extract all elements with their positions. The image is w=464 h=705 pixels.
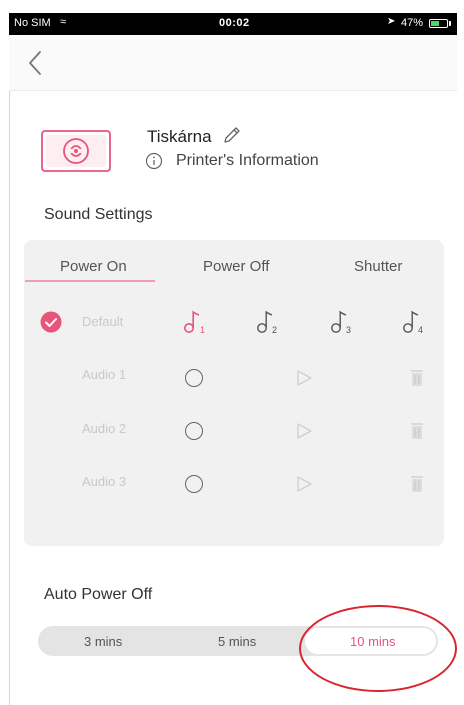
row-label-default: Default bbox=[82, 314, 124, 329]
music-note-icon[interactable]: 3 bbox=[330, 309, 354, 335]
note-number: 4 bbox=[418, 325, 423, 335]
navigation-bar bbox=[9, 35, 457, 91]
battery-tip bbox=[449, 21, 451, 26]
status-bar: No SIM ≈ 00:02 ➤ 47% bbox=[9, 13, 457, 35]
trash-icon[interactable] bbox=[410, 369, 424, 387]
tab-power-off[interactable]: Power Off bbox=[203, 258, 269, 275]
trash-icon[interactable] bbox=[410, 422, 424, 440]
tab-power-on[interactable]: Power On bbox=[60, 258, 127, 275]
wifi-icon: ≈ bbox=[60, 16, 67, 28]
printer-icon bbox=[41, 130, 111, 172]
clock: 00:02 bbox=[219, 17, 250, 29]
auto-power-off-title: Auto Power Off bbox=[44, 586, 153, 603]
audio-3-radio[interactable] bbox=[185, 475, 203, 493]
annotation-circle bbox=[299, 605, 457, 692]
chevron-left-icon bbox=[29, 51, 41, 75]
battery-icon bbox=[429, 19, 448, 28]
play-icon[interactable] bbox=[295, 422, 313, 440]
printer-information-link[interactable]: Printer's Information bbox=[176, 152, 319, 170]
segment-5-mins[interactable]: 5 mins bbox=[218, 634, 256, 649]
carrier-label: No SIM bbox=[14, 17, 51, 29]
music-note-icon[interactable]: 2 bbox=[256, 309, 280, 335]
printer-name: Tiskárna bbox=[147, 127, 212, 146]
music-note-icon[interactable]: 1 bbox=[183, 309, 207, 335]
note-number: 3 bbox=[346, 325, 351, 335]
location-arrow-icon: ➤ bbox=[387, 16, 396, 27]
music-note-icon[interactable]: 4 bbox=[402, 309, 426, 335]
pencil-icon[interactable] bbox=[222, 125, 242, 145]
left-edge-divider bbox=[9, 91, 10, 705]
note-number: 2 bbox=[272, 325, 277, 335]
checkmark-icon[interactable] bbox=[40, 311, 62, 333]
audio-1-radio[interactable] bbox=[185, 369, 203, 387]
row-label-audio-2: Audio 2 bbox=[82, 421, 127, 436]
row-label-audio-1: Audio 1 bbox=[82, 367, 127, 382]
sound-settings-panel bbox=[24, 240, 444, 546]
audio-2-radio[interactable] bbox=[185, 422, 203, 440]
trash-icon[interactable] bbox=[410, 475, 424, 493]
play-icon[interactable] bbox=[295, 369, 313, 387]
note-number: 1 bbox=[200, 325, 205, 335]
battery-percent: 47% bbox=[401, 17, 424, 29]
active-tab-indicator bbox=[25, 280, 155, 282]
segment-3-mins[interactable]: 3 mins bbox=[84, 634, 122, 649]
play-icon[interactable] bbox=[295, 475, 313, 493]
row-label-audio-3: Audio 3 bbox=[82, 474, 127, 489]
info-icon bbox=[145, 152, 163, 170]
tab-shutter[interactable]: Shutter bbox=[354, 258, 402, 275]
sound-settings-title: Sound Settings bbox=[44, 206, 153, 223]
back-button[interactable] bbox=[23, 49, 47, 77]
